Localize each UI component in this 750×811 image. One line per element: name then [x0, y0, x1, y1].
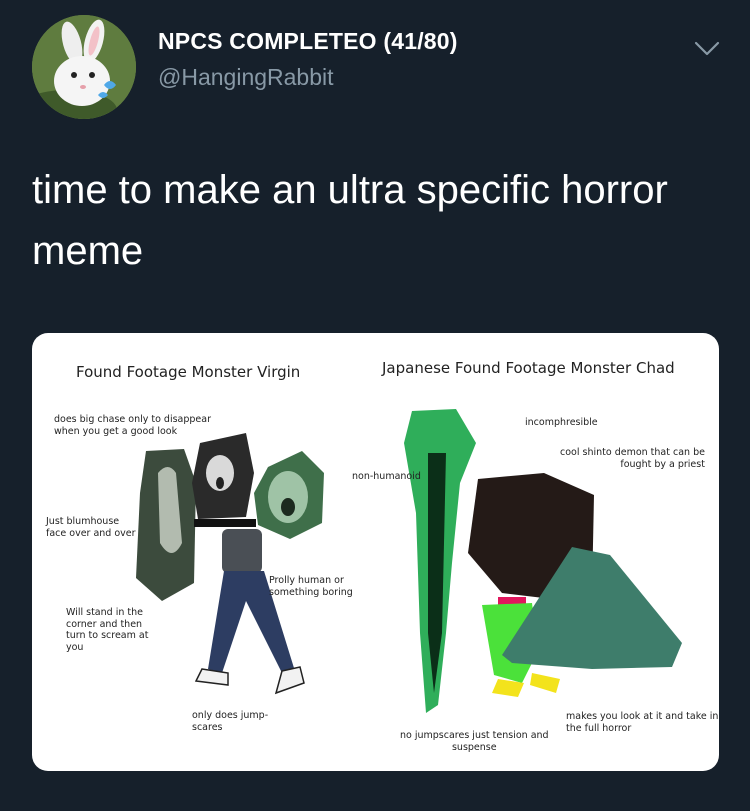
label-blumhouse: Just blumhouse face over and over	[46, 516, 136, 539]
label-non-humanoid: non-humanoid	[352, 471, 421, 482]
meme-image[interactable]: Found Footage Monster Virgin Japanese Fo…	[32, 333, 719, 771]
meme-illustration	[136, 409, 682, 713]
label-tension: no jumpscares just tension and suspense	[400, 730, 549, 753]
label-shinto: cool shinto demon that can be fought by a…	[560, 447, 705, 470]
walking-virgin-figure	[194, 529, 305, 695]
author-avatar[interactable]	[32, 15, 136, 119]
right-title: Japanese Found Footage Monster Chad	[382, 359, 675, 377]
green-shadow-figure	[404, 409, 476, 713]
author-display-name[interactable]: NPCS COMPLETEO (41/80)	[158, 28, 458, 55]
chevron-down-icon[interactable]	[692, 36, 722, 60]
white-rabbit-avatar-icon	[32, 15, 136, 119]
label-jumpscares: only does jump-scares	[192, 710, 269, 733]
label-corner: Will stand in the corner and then turn to…	[66, 607, 149, 653]
shinto-demon-figure	[468, 473, 682, 697]
label-full-horror: makes you look at it and take in the full…	[566, 711, 719, 734]
tweet-text-line: time to make an ultra specific horror	[32, 168, 668, 212]
tweet-text: time to make an ultra specific horror me…	[32, 160, 712, 282]
label-human: Prolly human or something boring	[269, 575, 353, 598]
blurry-ghost-photo	[136, 449, 196, 601]
label-incomprehensible: incomphresible	[525, 417, 598, 428]
author-handle[interactable]: @HangingRabbit	[158, 64, 334, 91]
label-chase: does big chase only to disappear when you…	[54, 414, 212, 437]
left-title: Found Footage Monster Virgin	[76, 363, 301, 381]
demon-face-photo	[254, 451, 324, 539]
scream-face-photo	[192, 433, 254, 519]
tweet-text-line: meme	[32, 229, 144, 273]
